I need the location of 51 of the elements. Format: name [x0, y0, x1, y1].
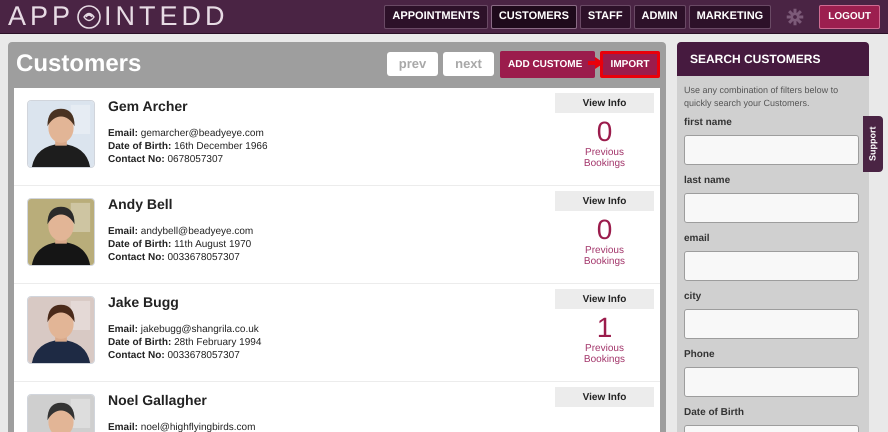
customer-name: Andy Bell: [108, 195, 174, 214]
field-label: email: [684, 232, 711, 246]
customer-detail: Email: noel@highflyingbirds.com: [108, 421, 256, 432]
customer-detail: Email: gemarcher@beadyeye.com: [108, 127, 265, 140]
input-field[interactable]: [684, 135, 859, 165]
field-label: last name: [684, 174, 732, 188]
customer-detail: Date of Birth: 28th February 1994: [108, 336, 262, 349]
customer-name: Jake Bugg: [108, 293, 180, 312]
booking-count: 1: [596, 313, 612, 343]
nav-tab[interactable]: MARKETING: [688, 4, 772, 28]
customer-detail: Email: jakebugg@shangrila.co.uk: [108, 323, 260, 336]
logo-text: APP: [8, 0, 74, 34]
logo-text: INTEDD: [104, 0, 229, 34]
booking-count: 0: [596, 117, 612, 147]
booking-count: 0: [596, 215, 612, 245]
customer-detail: Contact No: 0033678057307: [108, 349, 241, 362]
nav-tab[interactable]: APPOINTMENTS: [384, 4, 488, 28]
nav-tab[interactable]: ADMIN: [634, 4, 686, 28]
customer-name: Noel Gallagher: [108, 391, 208, 410]
search-header: SEARCH CUSTOMERS: [677, 42, 869, 76]
customer-detail: Contact No: 0033678057307: [108, 251, 241, 264]
field-label: Phone: [684, 348, 716, 362]
add-customer-button[interactable]: ADD CUSTOME: [500, 50, 595, 78]
input-field[interactable]: [684, 193, 859, 223]
view-info-button[interactable]: View Info: [555, 289, 654, 309]
search-hint: Use any combination of filters below to quickly search your Customers.: [684, 84, 840, 110]
bookings-label: Previous Bookings: [582, 147, 626, 169]
support-tab[interactable]: Support: [863, 116, 883, 172]
customer-detail: Date of Birth: 11th August 1970: [108, 238, 252, 251]
nav-tab[interactable]: CUSTOMERS: [490, 4, 577, 28]
page-title: Customers: [15, 49, 142, 79]
bookings-label: Previous Bookings: [582, 343, 626, 365]
customer-detail: Contact No: 0678057307: [108, 153, 224, 166]
input-field[interactable]: [684, 251, 859, 281]
customer-detail: Date of Birth: 16th December 1966: [108, 140, 269, 153]
input-field[interactable]: [684, 309, 859, 339]
logout-button[interactable]: LOGOUT: [819, 4, 880, 28]
nav-tab[interactable]: STAFF: [580, 4, 631, 28]
customer-name: Gem Archer: [108, 97, 189, 116]
field-label: Date of Birth: [684, 406, 745, 420]
field-label: first name: [684, 116, 733, 130]
arrow-annotation: [588, 57, 604, 69]
import-button[interactable]: IMPORT: [600, 50, 660, 78]
rose-icon: [76, 4, 102, 30]
bookings-label: Previous Bookings: [582, 245, 626, 267]
view-info-button[interactable]: View Info: [555, 387, 654, 407]
view-info-button[interactable]: View Info: [555, 93, 654, 113]
input-field[interactable]: [684, 367, 859, 397]
customer-detail: Email: andybell@beadyeye.com: [108, 225, 254, 238]
field-label: city: [684, 290, 702, 304]
view-info-button[interactable]: View Info: [555, 191, 654, 211]
